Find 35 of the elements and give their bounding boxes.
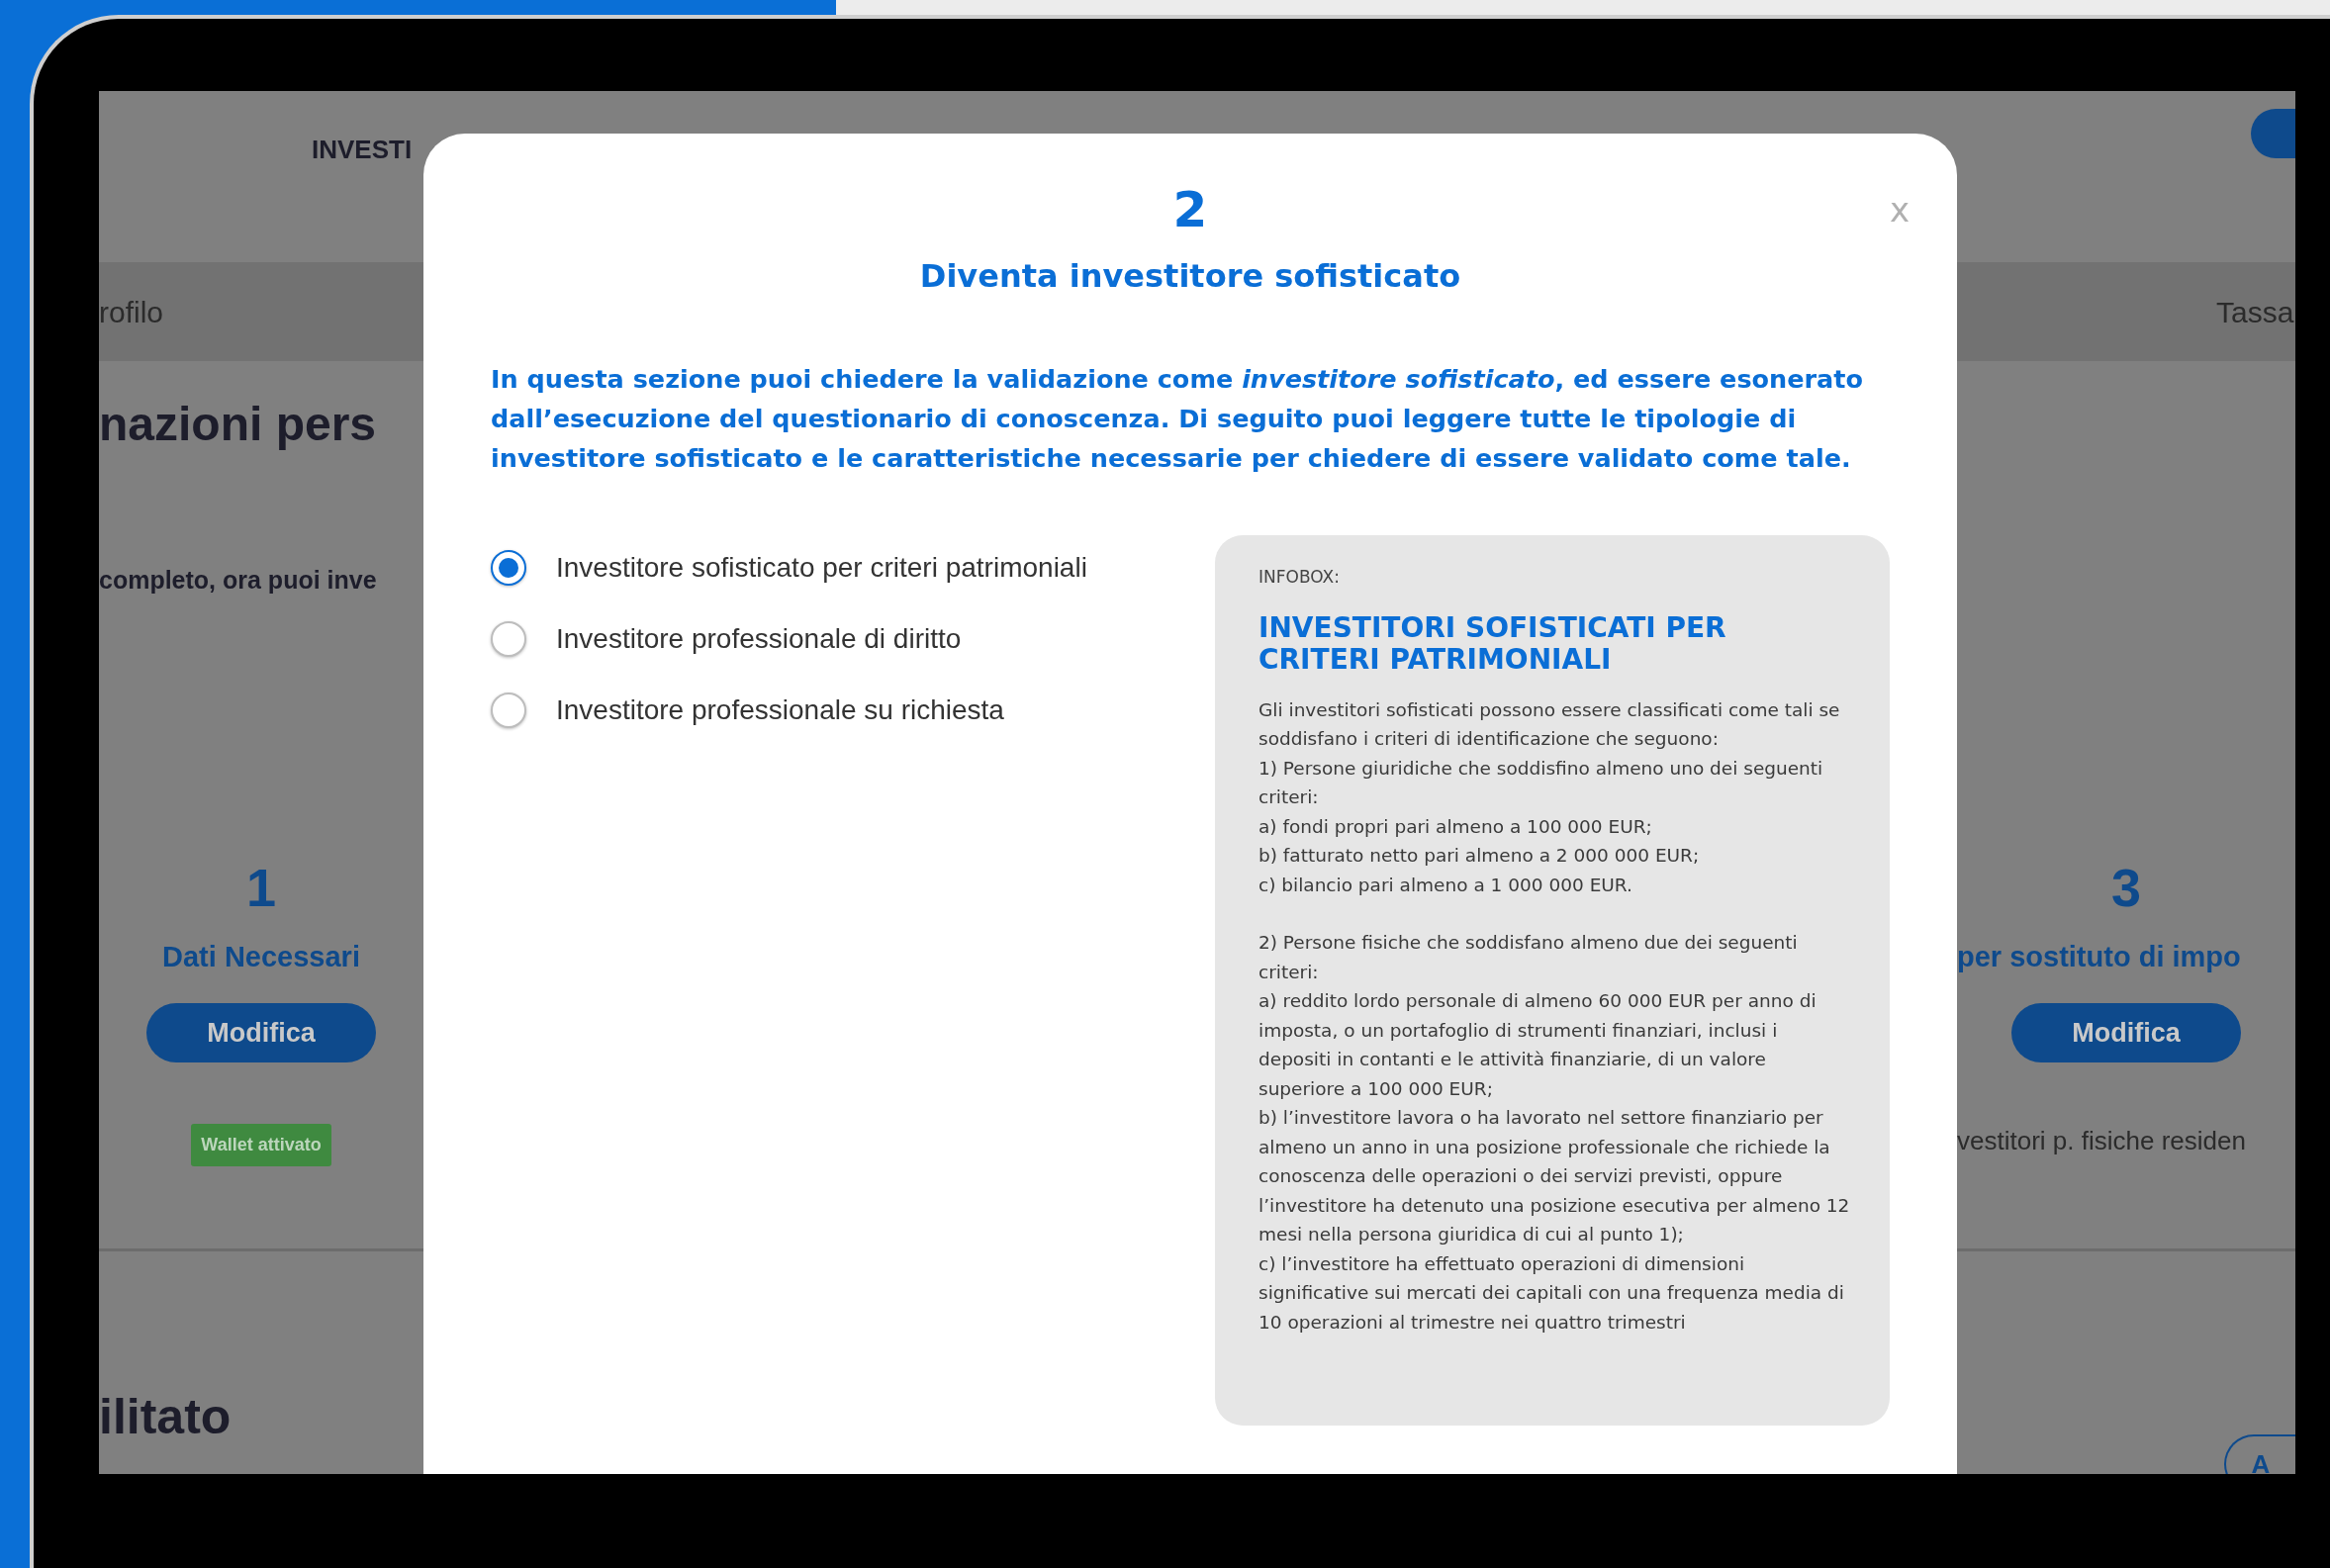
subtitle-text: completo, ora puoi inve xyxy=(99,564,378,596)
status-badge: Wallet attivato xyxy=(191,1123,331,1166)
step-number: 2 xyxy=(1171,180,1209,234)
option-label[interactable]: Investitore sofisticato per criteri patrimoniali xyxy=(556,547,1087,589)
infobox-text: 2) Persone fisiche che soddisfano almeno due dei seguenti criteri: xyxy=(1258,931,1799,984)
profile-tab[interactable]: Tassa xyxy=(2216,289,2295,334)
section-heading: nazioni pers xyxy=(99,399,378,451)
infobox-text: 1) Persone giuridiche che soddisfino almeno uno dei seguenti criteri: xyxy=(1258,756,1824,810)
intro-text: In questa sezione puoi chiedere la validazione come investitore sofisticato, ed essere esonerato dall’esecuzione del questionario di conoscenza. Di seguito puoi leggere tutte le tipologie di investitore sofisticato e le caratteristiche necessarie per chiedere di essere validato come tale. xyxy=(491,363,1865,475)
option-label[interactable]: Investitore professionale su richiesta xyxy=(556,690,1004,731)
section-heading: ilitato xyxy=(99,1388,232,1447)
infobox-text: Gli investitori sofisticati possono essere classificati come tali se soddisfano i criteri di identificazione che seguono: xyxy=(1258,697,1841,752)
option-label[interactable]: Investitore professionale di diritto xyxy=(556,618,962,660)
modal-title: Diventa investitore sofisticato xyxy=(918,256,1462,297)
pill-button[interactable] xyxy=(2251,109,2295,158)
radio-button[interactable] xyxy=(491,550,526,586)
step-note: vestitori p. fisiche residen xyxy=(1957,1124,2246,1157)
nav-link[interactable]: INVESTI xyxy=(312,131,413,169)
profile-tab[interactable]: rofilo xyxy=(99,289,164,334)
step-number: 1 xyxy=(245,861,276,915)
infobox-text: c) l’investitore ha effettuato operazioni di dimensioni significative sui mercati dei capitali con una frequenza media di 10 operazioni al trimestre nei quattro trimestri xyxy=(1258,1251,1845,1335)
radio-button[interactable] xyxy=(491,621,526,657)
infobox-title: INVESTITORI SOFISTICATI PER CRITERI PATRIMONIALI xyxy=(1258,611,1727,676)
edit-button[interactable]: Modifica xyxy=(146,1002,376,1062)
infobox-text: b) l’investitore lavora o ha lavorato nel settore finanziario per almeno un anno in una posizione professionale che richiede la conoscenza delle operazioni o dei servizi previsti, oppure l’investitore ha detenuto una posizione esecutiva per almeno 12 mesi nella persona giuridica di cui al punto 1); xyxy=(1258,1106,1850,1247)
infobox-text: b) fatturato netto pari almeno a 2 000 000 EUR; xyxy=(1258,844,1701,869)
step-title: per sostituto di impo xyxy=(1957,940,2241,975)
infobox-label: INFOBOX: xyxy=(1258,566,1341,589)
step-number: 3 xyxy=(2110,861,2141,915)
infobox-text: a) fondi propri pari almeno a 100 000 EUR; xyxy=(1258,814,1653,839)
radio-button[interactable] xyxy=(491,692,526,728)
edit-button[interactable]: Modifica xyxy=(2011,1002,2241,1062)
infobox-text: c) bilancio pari almeno a 1 000 000 EUR. xyxy=(1258,873,1633,897)
infobox-text: a) reddito lordo personale di almeno 60 000 EUR per anno di imposta, o un portafoglio di strumenti finanziari, inclusi i depositi in contanti e le attività finanziarie, di un valore superiore a 100 000 EUR; xyxy=(1258,989,1817,1101)
step-title: Dati Necessari xyxy=(162,940,360,975)
